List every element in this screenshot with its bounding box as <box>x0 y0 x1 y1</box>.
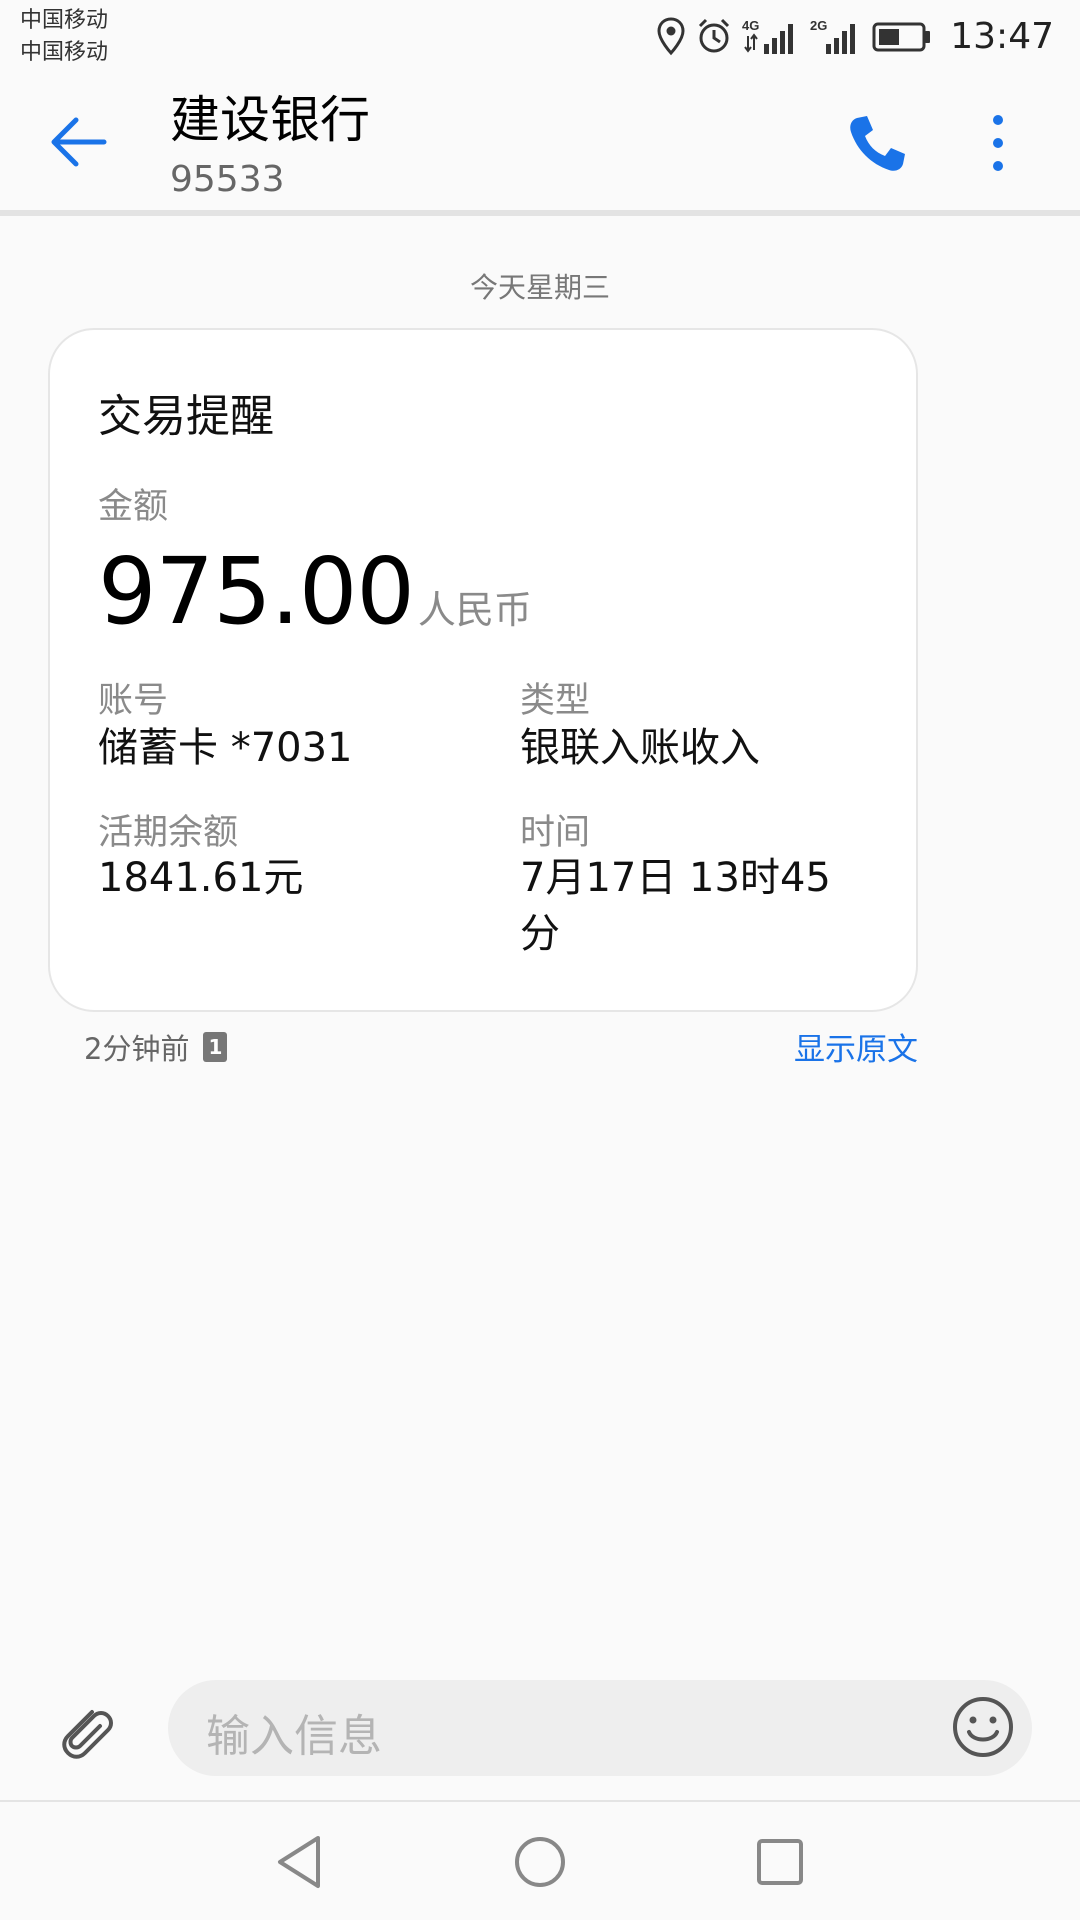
battery-icon <box>872 22 931 52</box>
account-label: 账号 <box>98 681 169 721</box>
network-label-1: 4G <box>742 18 759 33</box>
time-value-line2: 分 <box>520 911 560 957</box>
time-value-line1: 7月17日 13时45 <box>520 855 831 901</box>
contact-number: 95533 <box>170 159 285 200</box>
message-relative-time: 2分钟前 <box>84 1032 190 1066</box>
signal-4g-icon: 4G <box>742 18 794 54</box>
currency-label: 人民币 <box>417 588 532 632</box>
amount-row: 975.00 人民币 <box>98 538 532 645</box>
message-input[interactable]: 输入信息 <box>168 1680 1032 1776</box>
alarm-icon <box>699 18 730 53</box>
system-nav-bar <box>0 1802 1080 1920</box>
carrier-name-2: 中国移动 <box>20 40 109 65</box>
sim-card-icon: 1 <box>203 1032 228 1062</box>
balance-value: 1841.61元 <box>98 855 304 901</box>
transaction-message-card[interactable]: 交易提醒 金额 975.00 人民币 账号 储蓄卡 *7031 类型 银联入账收… <box>48 328 918 1012</box>
paperclip-icon[interactable] <box>52 1698 116 1762</box>
location-icon <box>657 17 685 56</box>
nav-home-icon[interactable] <box>510 1832 570 1892</box>
contact-name: 建设银行 <box>170 91 370 149</box>
balance-label: 活期余额 <box>98 813 239 853</box>
nav-back-icon[interactable] <box>270 1832 330 1892</box>
sms-conversation-screen: 中国移动 中国移动 4G 2G 13:47 建设银行 95533 今天星期三 交… <box>0 0 1080 1920</box>
nav-recents-icon[interactable] <box>750 1832 810 1892</box>
show-original-link[interactable]: 显示原文 <box>794 1024 918 1069</box>
status-time: 13:47 <box>950 15 1054 57</box>
header-divider <box>0 210 1080 216</box>
type-label: 类型 <box>520 681 591 721</box>
card-title: 交易提醒 <box>98 391 274 442</box>
date-separator: 今天星期三 <box>469 271 610 304</box>
message-input-placeholder: 输入信息 <box>206 1711 382 1762</box>
carrier-name-1: 中国移动 <box>20 8 109 33</box>
time-label: 时间 <box>520 813 591 853</box>
back-arrow-icon[interactable] <box>46 110 110 174</box>
amount-label: 金额 <box>98 487 169 527</box>
message-meta: 2分钟前 1 <box>84 1026 228 1068</box>
account-value: 储蓄卡 *7031 <box>98 725 353 771</box>
amount-value: 975.00 <box>98 538 415 645</box>
status-icons: 4G 2G 13:47 <box>656 14 1054 58</box>
network-label-2: 2G <box>810 18 827 33</box>
phone-icon[interactable] <box>845 112 909 176</box>
conversation-header: 建设银行 95533 <box>0 72 1080 210</box>
type-value: 银联入账收入 <box>520 725 760 771</box>
status-bar: 中国移动 中国移动 4G 2G 13:47 <box>0 0 1080 72</box>
emoji-icon[interactable] <box>950 1694 1016 1760</box>
more-options-icon[interactable] <box>978 110 1018 176</box>
signal-2g-icon: 2G <box>810 18 856 54</box>
